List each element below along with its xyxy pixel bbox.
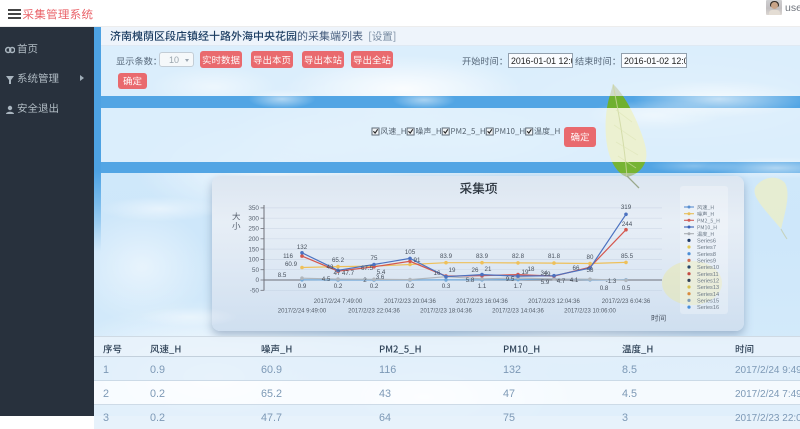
svg-text:81.8: 81.8 bbox=[548, 253, 561, 260]
svg-text:Series11: Series11 bbox=[697, 272, 719, 278]
svg-text:105: 105 bbox=[405, 249, 416, 256]
svg-text:82.8: 82.8 bbox=[512, 253, 525, 260]
svg-text:4.5: 4.5 bbox=[322, 276, 331, 283]
svg-text:4.7: 4.7 bbox=[557, 278, 566, 285]
svg-text:8.5: 8.5 bbox=[278, 272, 287, 279]
svg-text:300: 300 bbox=[248, 215, 259, 222]
svg-text:2017/2/24 9:49:00: 2017/2/24 9:49:00 bbox=[278, 309, 327, 315]
svg-text:5.8: 5.8 bbox=[466, 277, 475, 284]
svg-text:Series16: Series16 bbox=[697, 305, 719, 311]
svg-text:2017/2/23 16:04:36: 2017/2/23 16:04:36 bbox=[456, 299, 508, 305]
svg-text:60.9: 60.9 bbox=[285, 261, 298, 268]
svg-text:9.5: 9.5 bbox=[506, 276, 515, 283]
svg-text:2: 2 bbox=[363, 277, 367, 284]
svg-text:75: 75 bbox=[371, 255, 378, 262]
svg-text:-50: -50 bbox=[250, 288, 260, 295]
svg-text:80: 80 bbox=[587, 254, 594, 261]
svg-text:0.3: 0.3 bbox=[442, 283, 451, 290]
svg-text:19: 19 bbox=[522, 269, 529, 276]
svg-text:91: 91 bbox=[414, 257, 421, 264]
svg-text:58: 58 bbox=[587, 267, 594, 274]
svg-text:16: 16 bbox=[434, 270, 441, 277]
svg-text:67.5: 67.5 bbox=[361, 265, 374, 272]
svg-text:Series13: Series13 bbox=[697, 285, 719, 291]
svg-text:Series8: Series8 bbox=[697, 252, 716, 258]
svg-text:0: 0 bbox=[255, 277, 259, 284]
svg-text:2017/2/23 14:04:36: 2017/2/23 14:04:36 bbox=[492, 309, 544, 315]
svg-text:2017/2/23 12:04:36: 2017/2/23 12:04:36 bbox=[528, 299, 580, 305]
svg-text:350: 350 bbox=[248, 205, 259, 212]
svg-text:-1.3: -1.3 bbox=[606, 278, 617, 285]
svg-text:250: 250 bbox=[248, 226, 259, 233]
svg-text:244: 244 bbox=[622, 221, 633, 228]
svg-text:26: 26 bbox=[472, 267, 479, 274]
svg-text:21: 21 bbox=[485, 266, 492, 273]
svg-text:2017/2/23 6:04:36: 2017/2/23 6:04:36 bbox=[602, 299, 651, 305]
svg-text:2017/2/23 22:04:36: 2017/2/23 22:04:36 bbox=[348, 309, 400, 315]
svg-text:5.9: 5.9 bbox=[541, 279, 550, 286]
svg-text:Series15: Series15 bbox=[697, 299, 719, 305]
svg-text:47.7: 47.7 bbox=[342, 270, 355, 277]
svg-text:100: 100 bbox=[248, 257, 259, 264]
svg-text:65.2: 65.2 bbox=[332, 257, 345, 264]
svg-text:18: 18 bbox=[528, 266, 535, 273]
svg-text:1.7: 1.7 bbox=[514, 283, 523, 290]
svg-text:1.1: 1.1 bbox=[478, 283, 487, 290]
svg-text:Series12: Series12 bbox=[697, 279, 719, 285]
svg-text:116: 116 bbox=[283, 253, 293, 260]
svg-text:83.9: 83.9 bbox=[440, 253, 453, 260]
svg-text:3.6: 3.6 bbox=[376, 274, 385, 281]
svg-text:47: 47 bbox=[334, 270, 341, 277]
svg-text:319: 319 bbox=[621, 204, 632, 211]
svg-text:0.5: 0.5 bbox=[622, 285, 631, 292]
svg-text:Series6: Series6 bbox=[697, 239, 716, 245]
svg-text:2017/2/23 18:04:36: 2017/2/23 18:04:36 bbox=[420, 309, 472, 315]
svg-text:66: 66 bbox=[573, 265, 580, 272]
svg-text:2017/2/23 20:04:36: 2017/2/23 20:04:36 bbox=[384, 299, 436, 305]
svg-text:Series7: Series7 bbox=[697, 245, 716, 251]
svg-text:50: 50 bbox=[252, 267, 260, 274]
svg-text:Series10: Series10 bbox=[697, 265, 719, 271]
svg-text:0.2: 0.2 bbox=[406, 283, 415, 290]
svg-text:200: 200 bbox=[248, 236, 259, 243]
svg-text:2017/2/24 7:49:00: 2017/2/24 7:49:00 bbox=[314, 299, 363, 305]
svg-text:150: 150 bbox=[248, 246, 259, 253]
svg-text:0.9: 0.9 bbox=[298, 283, 307, 290]
svg-text:19: 19 bbox=[449, 267, 456, 274]
svg-text:83.9: 83.9 bbox=[476, 253, 489, 260]
svg-text:19: 19 bbox=[544, 271, 551, 278]
svg-text:0.2: 0.2 bbox=[370, 283, 379, 290]
svg-text:85.5: 85.5 bbox=[621, 253, 634, 260]
svg-text:Series9: Series9 bbox=[697, 259, 716, 265]
svg-text:2017/2/23 10:06:00: 2017/2/23 10:06:00 bbox=[564, 309, 616, 315]
svg-text:4.1: 4.1 bbox=[570, 277, 579, 284]
svg-text:Series14: Series14 bbox=[697, 292, 719, 298]
svg-text:132: 132 bbox=[297, 244, 308, 251]
svg-text:0.2: 0.2 bbox=[334, 283, 343, 290]
svg-text:0.8: 0.8 bbox=[600, 285, 609, 292]
